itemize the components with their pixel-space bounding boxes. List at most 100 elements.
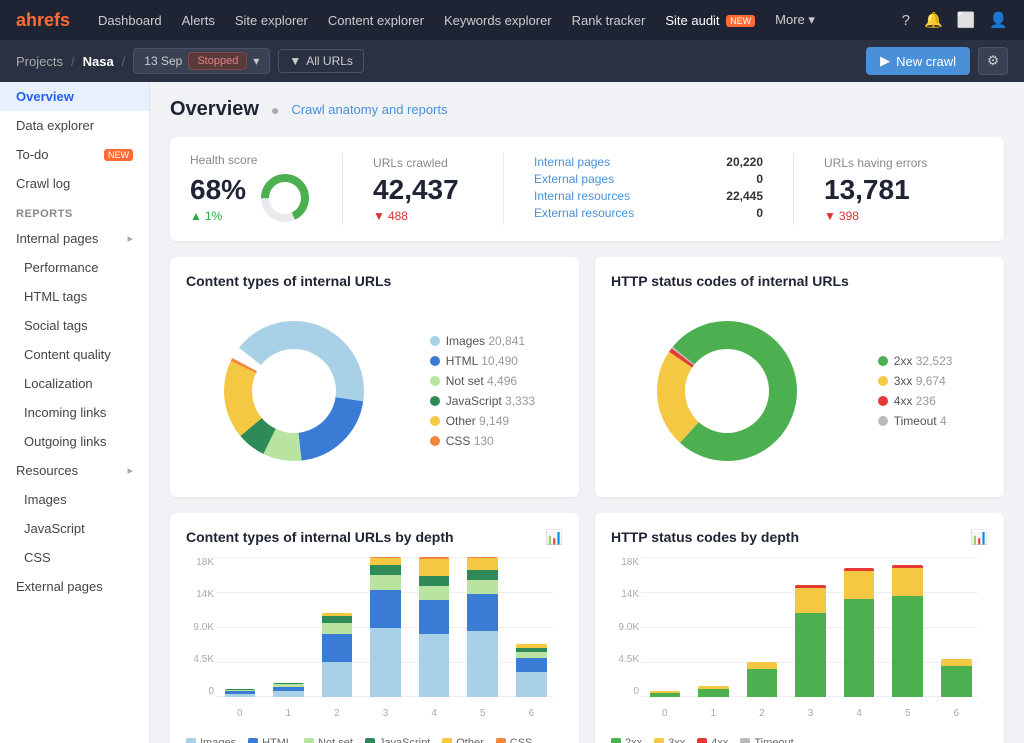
sidebar-item-data-explorer[interactable]: Data explorer [0,111,149,140]
chart3-bars: 18K 14K 9.0K 4.5K 0 0123456 [186,557,563,727]
user-icon[interactable]: 👤 [989,11,1008,29]
sidebar-item-resources[interactable]: Resources ▸ [0,456,149,485]
sidebar-item-javascript[interactable]: JavaScript [0,514,149,543]
sidebar-item-performance[interactable]: Performance [0,253,149,282]
url-detail-internal-resources: Internal resources 22,445 [534,189,763,203]
projects-crumb[interactable]: Projects [16,54,63,69]
bar-segment [698,689,729,697]
timeout-legend-label: Timeout 4 [894,414,947,428]
bar-group [837,557,881,697]
data-explorer-label: Data explorer [16,118,94,133]
bl4-3xx: 3xx [654,737,685,743]
bar-segment [322,616,353,623]
bar-segment [516,672,547,697]
y-label-14k: 14K [186,589,214,600]
bar-segment [795,588,826,613]
sidebar-item-outgoing-links[interactable]: Outgoing links [0,427,149,456]
chart2-donut-svg [647,311,807,471]
sidebar: Overview Data explorer To-do NEW Crawl l… [0,82,150,743]
settings-button[interactable]: ⚙ [978,47,1008,75]
internal-pages-link[interactable]: Internal pages [534,155,610,169]
bl3-javascript: JavaScript [365,737,430,743]
y-label-18k: 18K [186,557,214,568]
new-crawl-button[interactable]: ▶ New crawl [866,47,970,75]
sidebar-item-localization[interactable]: Localization [0,369,149,398]
crawl-log-label: Crawl log [16,176,70,191]
legend-3xx: 3xx 9,674 [878,374,953,388]
sidebar-item-incoming-links[interactable]: Incoming links [0,398,149,427]
nav-rank-tracker[interactable]: Rank tracker [572,13,646,28]
nav-content-explorer[interactable]: Content explorer [328,13,424,28]
bar-segment [892,596,923,697]
bar-group [509,557,553,697]
internal-pages-label: Internal pages [16,231,98,246]
nav-site-audit[interactable]: Site audit NEW [665,13,755,28]
url-detail-external-pages: External pages 0 [534,172,763,186]
external-resources-link[interactable]: External resources [534,206,634,220]
html-legend-label: HTML 10,490 [446,354,518,368]
main-layout: Overview Data explorer To-do NEW Crawl l… [0,82,1024,743]
sidebar-item-social-tags[interactable]: Social tags [0,311,149,340]
sidebar-item-content-quality[interactable]: Content quality [0,340,149,369]
4xx-dot [878,396,888,406]
url-detail-internal-pages: Internal pages 20,220 [534,155,763,169]
bar-segment [467,580,498,594]
charts-grid: Content types of internal URLs [170,257,1004,743]
resources-label: Resources [16,463,78,478]
internal-resources-link[interactable]: Internal resources [534,189,630,203]
url-detail-block: Internal pages 20,220 External pages 0 I… [534,155,763,223]
sidebar-item-images[interactable]: Images [0,485,149,514]
bl4-4xx: 4xx [697,737,728,743]
sidebar-item-css[interactable]: CSS [0,543,149,572]
health-score-block: Health score 68% ▲ 1% [190,153,312,225]
date-badge[interactable]: 13 Sep Stopped ▾ [133,48,270,74]
legend-timeout: Timeout 4 [878,414,953,428]
bar-stack [844,568,875,697]
new-crawl-label: New crawl [896,54,956,69]
x-axis-label: 4 [837,708,881,719]
sidebar-item-external-pages[interactable]: External pages [0,572,149,601]
to-do-new-badge: NEW [104,149,133,161]
bar-segment [467,631,498,697]
x-axis-label: 0 [218,708,262,719]
bar-stack [370,557,401,697]
nasa-crumb[interactable]: Nasa [83,54,114,69]
errors-change: ▼ 398 [824,209,984,223]
external-pages-link[interactable]: External pages [534,172,614,186]
4xx-legend-label: 4xx 236 [894,394,936,408]
nav-keywords-explorer[interactable]: Keywords explorer [444,13,552,28]
bar-segment [892,568,923,596]
bar-group [789,557,833,697]
bar-group [643,557,687,697]
x-axis-label: 5 [461,708,505,719]
sidebar-item-html-tags[interactable]: HTML tags [0,282,149,311]
sidebar-item-to-do[interactable]: To-do NEW [0,140,149,169]
url-detail-external-resources: External resources 0 [534,206,763,220]
legend-css: CSS 130 [430,434,535,448]
chart3-title: Content types of internal URLs by depth … [186,529,563,545]
help-icon[interactable]: ? [902,12,910,29]
sidebar-item-crawl-log[interactable]: Crawl log [0,169,149,198]
filter-button[interactable]: ▼ All URLs [278,49,364,73]
y4-label-45k: 4.5K [611,654,639,665]
nav-alerts[interactable]: Alerts [182,13,215,28]
3xx-legend-label: 3xx 9,674 [894,374,946,388]
bar-group [267,557,311,697]
notifications-icon[interactable]: 🔔 [924,11,943,29]
nav-dashboard[interactable]: Dashboard [98,13,162,28]
bar-segment [419,586,450,600]
sidebar-item-overview[interactable]: Overview [0,82,149,111]
sep1: / [71,54,75,69]
chart4-bar-icon[interactable]: 📊 [971,529,988,546]
crawl-anatomy-link[interactable]: Crawl anatomy and reports [291,102,447,117]
chart3-bar-icon[interactable]: 📊 [546,529,563,546]
overview-label: Overview [16,89,74,104]
screen-icon[interactable]: ⬜ [957,11,976,29]
filter-label: All URLs [306,54,353,68]
nav-more[interactable]: More ▾ [775,12,815,28]
bl3-images: Images [186,737,236,743]
nav-site-explorer[interactable]: Site explorer [235,13,308,28]
legend-not-set: Not set 4,496 [430,374,535,388]
3xx-dot [878,376,888,386]
sidebar-item-internal-pages[interactable]: Internal pages ▸ [0,224,149,253]
